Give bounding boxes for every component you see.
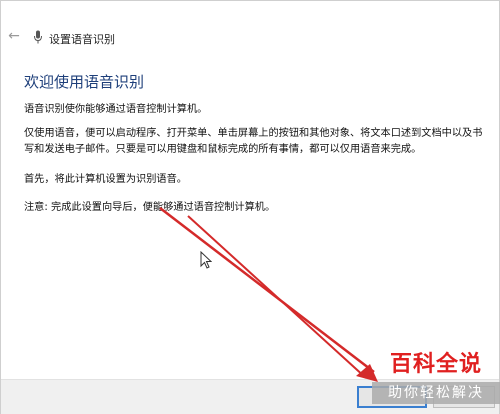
first-step-paragraph: 首先，将此计算机设置为识别语音。 [24, 174, 187, 185]
back-arrow-icon[interactable]: ← [7, 29, 21, 43]
description-line-1: 仅使用语音，便可以启动程序、打开菜单、单击屏幕上的按钮和其他对象、将文本口述到文… [24, 128, 483, 139]
mouse-cursor-icon [200, 251, 212, 269]
watermark-main-text: 百科全说 [389, 352, 482, 377]
intro-paragraph: 语音识别使你能够通过语音控制计算机。 [24, 104, 208, 115]
note-paragraph: 注意: 完成此设置向导后，便能够通过语音控制计算机。 [24, 202, 276, 213]
watermark-logo: 百科全说 助你轻松解决 [372, 352, 500, 414]
description-line-2: 写和发送电子邮件。只要是可以用键盘和鼠标完成的所有事情，都可以仅用语音来完成。 [24, 143, 422, 155]
page-heading: 欢迎使用语音识别 [24, 73, 145, 91]
title-bar: ← 设置语音识别 [1, 1, 499, 46]
window-title: 设置语音识别 [49, 33, 115, 46]
watermark-sub-text: 助你轻松解决 [372, 382, 500, 404]
description-paragraph: 仅使用语音，便可以启动程序、打开菜单、单击屏幕上的按钮和其他对象、将文本口述到文… [24, 126, 482, 157]
microphone-icon [34, 30, 42, 44]
